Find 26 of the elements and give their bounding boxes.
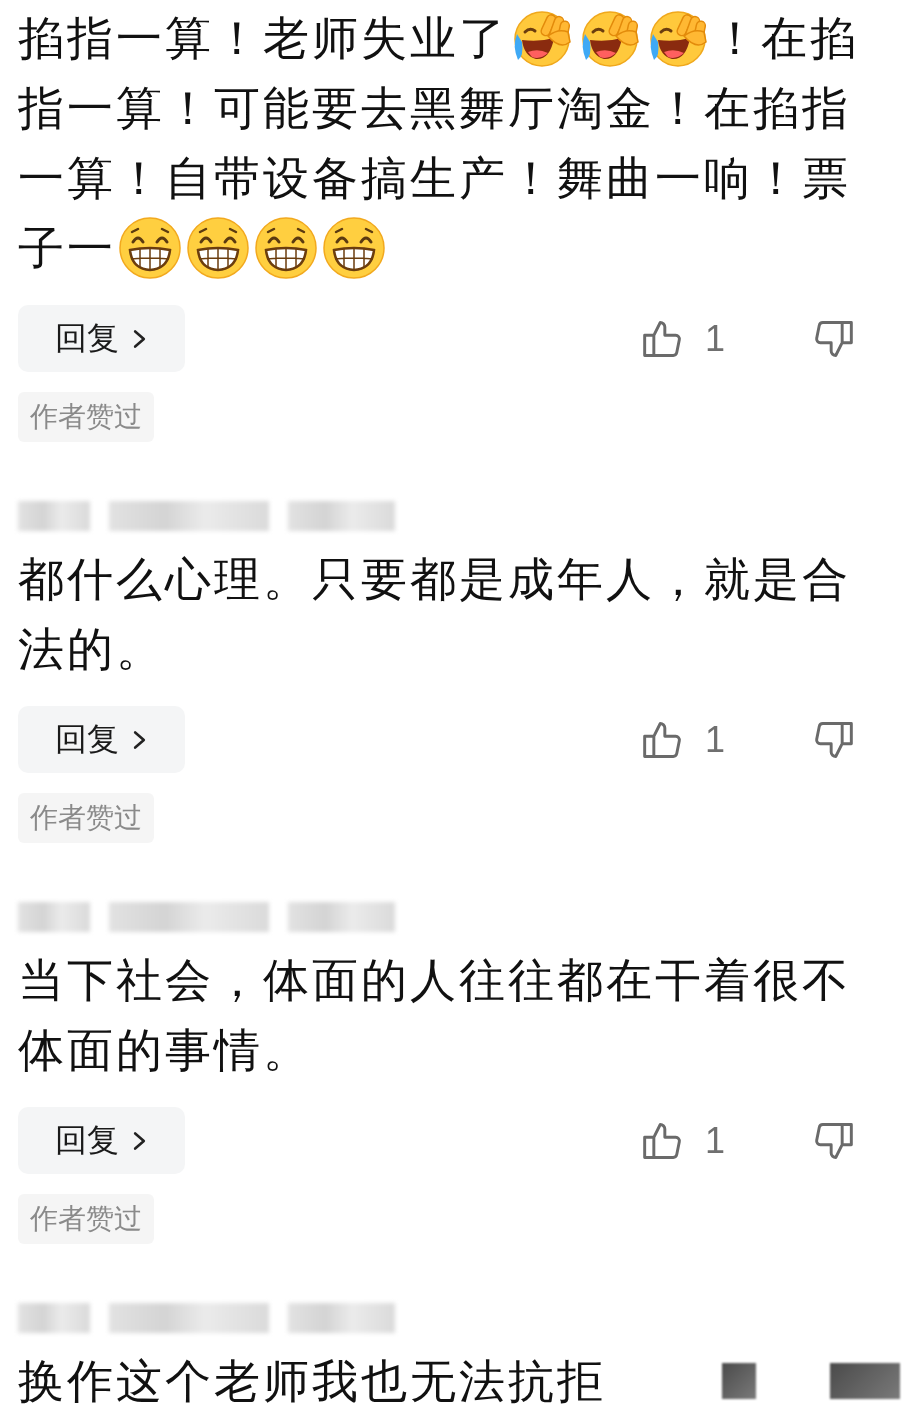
comment-text: 掐指一算！老师失业了 — [18, 10, 508, 67]
chevron-right-icon — [133, 729, 146, 750]
grinning-emoji-icon — [322, 216, 386, 280]
comment-text: 当下社会，体面的人往往都在干着很不体面的事情。 — [18, 952, 852, 1079]
like-count: 1 — [704, 317, 725, 360]
comment-text: 都什么心理。只要都是成年人，就是合法的。 — [18, 551, 852, 678]
grinning-emoji-icon — [118, 216, 182, 280]
chevron-right-icon — [133, 1130, 146, 1151]
comment-text: 指一算！可能要去黑舞厅淘金！在掐指 — [18, 80, 851, 137]
reply-button[interactable]: 回复 — [18, 706, 185, 773]
grinning-emoji-icon — [186, 216, 250, 280]
comment-text: 子一 — [18, 220, 116, 277]
author-liked-tag: 作者赞过 — [18, 392, 154, 442]
like-count: 1 — [704, 718, 725, 761]
chevron-right-icon — [133, 328, 146, 349]
blurred-block — [830, 1363, 900, 1399]
comment-text: 一算！自带设备搞生产！舞曲一响！票 — [18, 150, 851, 207]
comment-text: ！在掐 — [712, 10, 859, 67]
grinning-emoji-icon — [254, 216, 318, 280]
comment-text: 换作这个老师我也无法抗拒 — [18, 1353, 606, 1410]
like-count: 1 — [704, 1119, 725, 1162]
reply-button[interactable]: 回复 — [18, 305, 185, 372]
author-liked-tag: 作者赞过 — [18, 1194, 154, 1244]
reply-button[interactable]: 回复 — [18, 1107, 185, 1174]
blurred-block — [722, 1363, 756, 1399]
author-liked-tag: 作者赞过 — [18, 793, 154, 843]
